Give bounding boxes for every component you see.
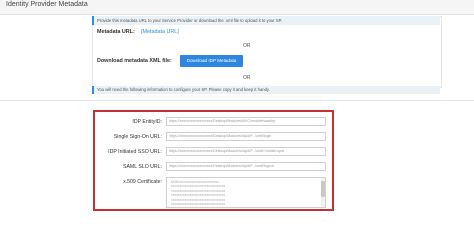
saml-slo-url-label: SAML SLO URL: — [122, 164, 162, 170]
section-title: Identity Provider Metadata — [6, 1, 88, 8]
idp-entity-id-field[interactable]: https://xxxxxxxxxxxxxxxxxx/Desktop/Modul… — [166, 117, 326, 126]
idp-initiated-sso-url-label: IDP Initiated SSO URL: — [108, 149, 162, 155]
saml-slo-url-field[interactable]: https://xxxxxxxxxxxxxxxxxx/Desktop/Modul… — [166, 162, 326, 171]
metadata-url-label: Metadata URL: — [97, 29, 135, 35]
sso-url-label: Single Sign-On URL: — [113, 134, 162, 140]
metadata-panel — [92, 16, 442, 88]
download-metadata-label: Download metadata XML file: — [97, 58, 172, 64]
identity-provider-page: Identity Provider Metadata Provide this … — [0, 0, 474, 219]
certificate-scroll-thumb[interactable] — [321, 181, 325, 197]
section-divider — [0, 100, 474, 101]
sso-url-field[interactable]: https://xxxxxxxxxxxxxxxxxx/Desktop/Modul… — [166, 132, 326, 141]
idp-initiated-sso-url-field[interactable]: https://xxxxxxxxxxxxxxxxxx/Desktop/Modul… — [166, 147, 326, 156]
download-idp-metadata-button[interactable]: Download IDP Metadata — [180, 55, 243, 67]
idp-entity-id-label: IDP EntityID: — [132, 119, 162, 125]
x509-certificate-textarea[interactable]: MIIDxxxxxxxxxxxxxxxxxxxxxxxx xxxxxxxxxxx… — [166, 177, 326, 208]
metadata-info-text: Provide this metadata URL to your Servic… — [97, 18, 283, 23]
or-separator-1: OR — [243, 43, 251, 49]
x509-certificate-label: x.509 Certificate: — [123, 179, 162, 185]
or-separator-2: OR — [243, 75, 251, 81]
manual-info-text: You will need the following information … — [97, 87, 270, 92]
section-header: Identity Provider Metadata — [0, 0, 474, 15]
metadata-url-link[interactable]: [Metadata URL] — [141, 29, 179, 35]
